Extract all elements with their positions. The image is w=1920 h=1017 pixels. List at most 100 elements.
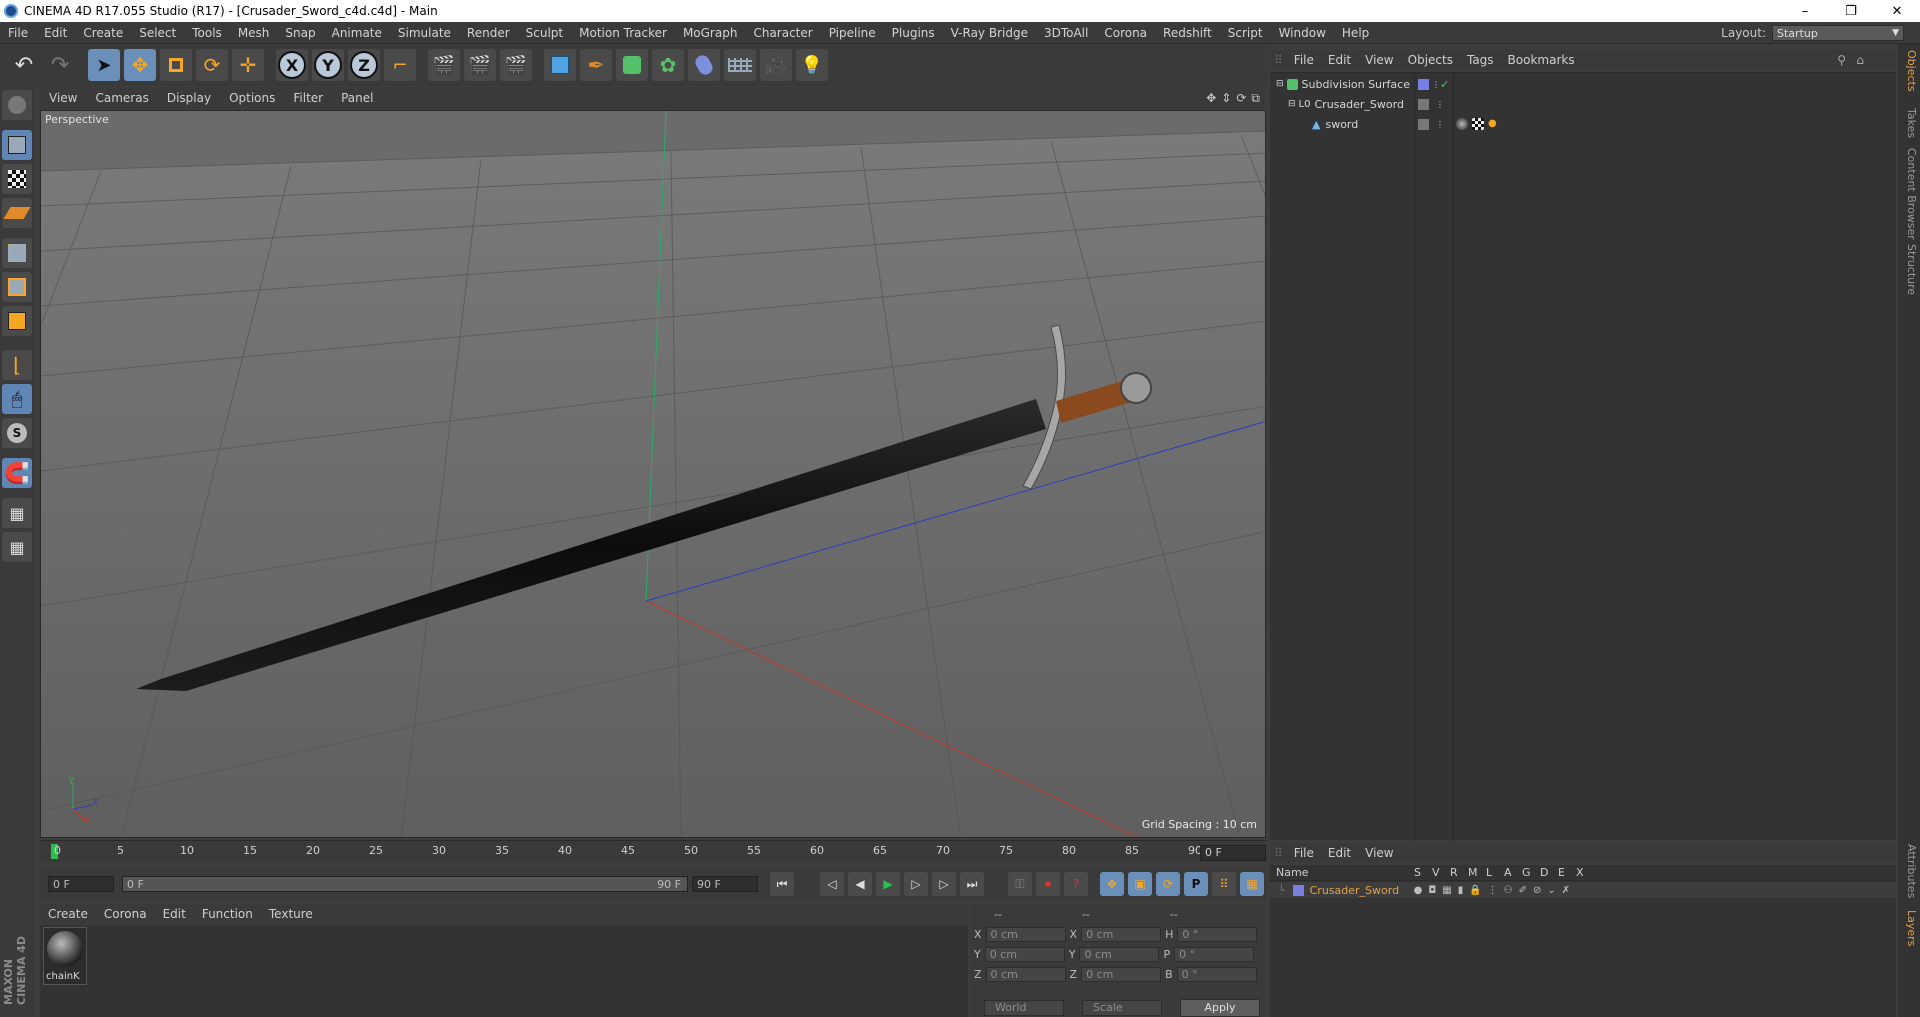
vp-menu-view[interactable]: View (40, 91, 86, 105)
key-scale-button[interactable]: ▣ (1128, 872, 1152, 896)
side-tab-attributes[interactable]: Attributes (1900, 844, 1918, 898)
lm-menu-view[interactable]: View (1358, 846, 1400, 860)
coord-rot-b-field[interactable]: 0 ° (1176, 966, 1257, 982)
coord-size-x-field[interactable]: 0 cm (1081, 926, 1162, 942)
go-to-start-button[interactable]: ⏮ (770, 872, 794, 896)
menu-help[interactable]: Help (1334, 26, 1377, 40)
polygons-mode-button[interactable] (2, 306, 32, 336)
redo-button[interactable]: ↷ (44, 49, 76, 81)
menu-simulate[interactable]: Simulate (390, 26, 459, 40)
close-button[interactable]: ✕ (1874, 0, 1920, 22)
workplane-mode-button[interactable] (2, 198, 32, 228)
menu-mograph[interactable]: MoGraph (675, 26, 746, 40)
om-menu-view[interactable]: View (1358, 53, 1400, 67)
material-tag-icon[interactable] (1456, 118, 1468, 130)
menu-pipeline[interactable]: Pipeline (821, 26, 884, 40)
y-axis-lock-button[interactable]: Y (312, 49, 344, 81)
floor-button[interactable] (724, 49, 756, 81)
play-forward-button[interactable]: ▶ (876, 872, 900, 896)
lock-workplane-button[interactable]: ▦ (2, 498, 32, 528)
dolly-icon[interactable]: ⇕ (1221, 91, 1231, 106)
layout-dropdown[interactable]: Startup ▼ (1772, 25, 1904, 41)
coord-space-dropdown[interactable]: World (984, 1000, 1064, 1016)
material-thumbnail[interactable]: chainK (43, 927, 87, 985)
side-tab-structure[interactable]: Structure (1900, 244, 1918, 295)
points-mode-button[interactable] (2, 238, 32, 268)
om-menu-edit[interactable]: Edit (1321, 53, 1358, 67)
move-tool-button[interactable]: ✥ (124, 49, 156, 81)
om-menu-file[interactable]: File (1287, 53, 1321, 67)
current-frame-field[interactable]: 0 F (1200, 845, 1266, 861)
menu-script[interactable]: Script (1220, 26, 1271, 40)
layer-color-swatch[interactable] (1292, 884, 1304, 896)
x-axis-lock-button[interactable]: X (276, 49, 308, 81)
timeline-ruler[interactable]: 0 5 10 15 20 25 30 35 40 45 50 55 60 65 70 75 80 85 90 (40, 840, 1266, 862)
coord-rot-p-field[interactable]: 0 ° (1174, 946, 1255, 962)
visibility-dots-icon[interactable]: ⋮ (1436, 120, 1444, 129)
menu-corona[interactable]: Corona (1096, 26, 1155, 40)
menu-character[interactable]: Character (745, 26, 820, 40)
scale-tool-button[interactable] (160, 49, 192, 81)
menu-vray-bridge[interactable]: V-Ray Bridge (943, 26, 1036, 40)
vp-menu-filter[interactable]: Filter (284, 91, 332, 105)
preview-range-slider[interactable]: 0 F 90 F (122, 876, 688, 892)
mat-menu-corona[interactable]: Corona (96, 907, 155, 921)
go-to-next-key-button[interactable]: ▷ (932, 872, 956, 896)
coord-pos-z-field[interactable]: 0 cm (985, 966, 1066, 982)
undo-button[interactable]: ↶ (8, 49, 40, 81)
enabled-check-icon[interactable]: ✓ (1440, 78, 1449, 91)
menu-snap[interactable]: Snap (277, 26, 323, 40)
coord-size-z-field[interactable]: 0 cm (1081, 966, 1162, 982)
light-button[interactable]: 💡 (796, 49, 828, 81)
menu-render[interactable]: Render (459, 26, 518, 40)
orbit-icon[interactable]: ⟳ (1236, 91, 1246, 106)
menu-sculpt[interactable]: Sculpt (518, 26, 571, 40)
pan-icon[interactable]: ✥ (1206, 91, 1216, 106)
coord-size-y-field[interactable]: 0 cm (1079, 946, 1160, 962)
enable-axis-button[interactable]: ⌊ (2, 350, 32, 380)
menu-select[interactable]: Select (131, 26, 184, 40)
subdivision-surface-button[interactable] (616, 49, 648, 81)
object-row-subdivision-surface[interactable]: ⊟ Subdivision Surface ⋮ ✓ (1270, 75, 1896, 93)
layer-row[interactable]: └ Crusader_Sword ●◘▦▮🔒⋮⚇✐⊘⌄✗ (1270, 882, 1896, 898)
deformer-button[interactable] (688, 49, 720, 81)
menu-motion-tracker[interactable]: Motion Tracker (571, 26, 675, 40)
key-parameter-button[interactable]: P (1184, 872, 1208, 896)
vp-menu-display[interactable]: Display (158, 91, 220, 105)
snap-button[interactable]: S (2, 418, 32, 448)
vp-menu-cameras[interactable]: Cameras (86, 91, 157, 105)
layer-toggle-icons[interactable]: ●◘▦▮🔒⋮⚇✐⊘⌄✗ (1414, 885, 1577, 896)
menu-tools[interactable]: Tools (184, 26, 230, 40)
coordinate-system-button[interactable]: ⌐ (384, 49, 416, 81)
go-to-previous-key-button[interactable]: ◁ (820, 872, 844, 896)
edit-render-settings-button[interactable]: 🎬 (500, 49, 532, 81)
apply-button[interactable]: Apply (1180, 999, 1260, 1017)
uvw-tag-icon[interactable] (1472, 118, 1484, 130)
record-keys-button[interactable]: ⚿ (1008, 872, 1032, 896)
key-rotation-button[interactable]: ⟳ (1156, 872, 1180, 896)
home-icon[interactable]: ⌂ (1856, 53, 1864, 67)
layer-color-swatch[interactable] (1418, 78, 1429, 90)
layer-edit-icon[interactable] (1418, 118, 1429, 130)
coord-size-mode-dropdown[interactable]: Scale (1082, 1000, 1162, 1016)
menu-window[interactable]: Window (1271, 26, 1334, 40)
go-to-previous-frame-button[interactable]: ◀ (848, 872, 872, 896)
make-editable-button[interactable] (2, 90, 32, 120)
restore-button[interactable]: ❐ (1828, 0, 1874, 22)
menu-create[interactable]: Create (75, 26, 131, 40)
menu-3dtoall[interactable]: 3DToAll (1036, 26, 1096, 40)
vp-menu-panel[interactable]: Panel (332, 91, 382, 105)
render-view-button[interactable]: 🎬 (428, 49, 460, 81)
timeline-window-button[interactable]: ▦ (1240, 872, 1264, 896)
coord-pos-y-field[interactable]: 0 cm (984, 946, 1065, 962)
om-menu-tags[interactable]: Tags (1460, 53, 1501, 67)
go-to-end-button[interactable]: ⏭ (960, 872, 984, 896)
om-menu-bookmarks[interactable]: Bookmarks (1501, 53, 1582, 67)
mat-menu-create[interactable]: Create (40, 907, 96, 921)
om-menu-objects[interactable]: Objects (1401, 53, 1460, 67)
texture-mode-button[interactable] (2, 164, 32, 194)
end-frame-field[interactable]: 90 F (692, 876, 758, 892)
mat-menu-function[interactable]: Function (194, 907, 261, 921)
go-to-next-frame-button[interactable]: ▷ (904, 872, 928, 896)
cloner-button[interactable]: ✿ (652, 49, 684, 81)
